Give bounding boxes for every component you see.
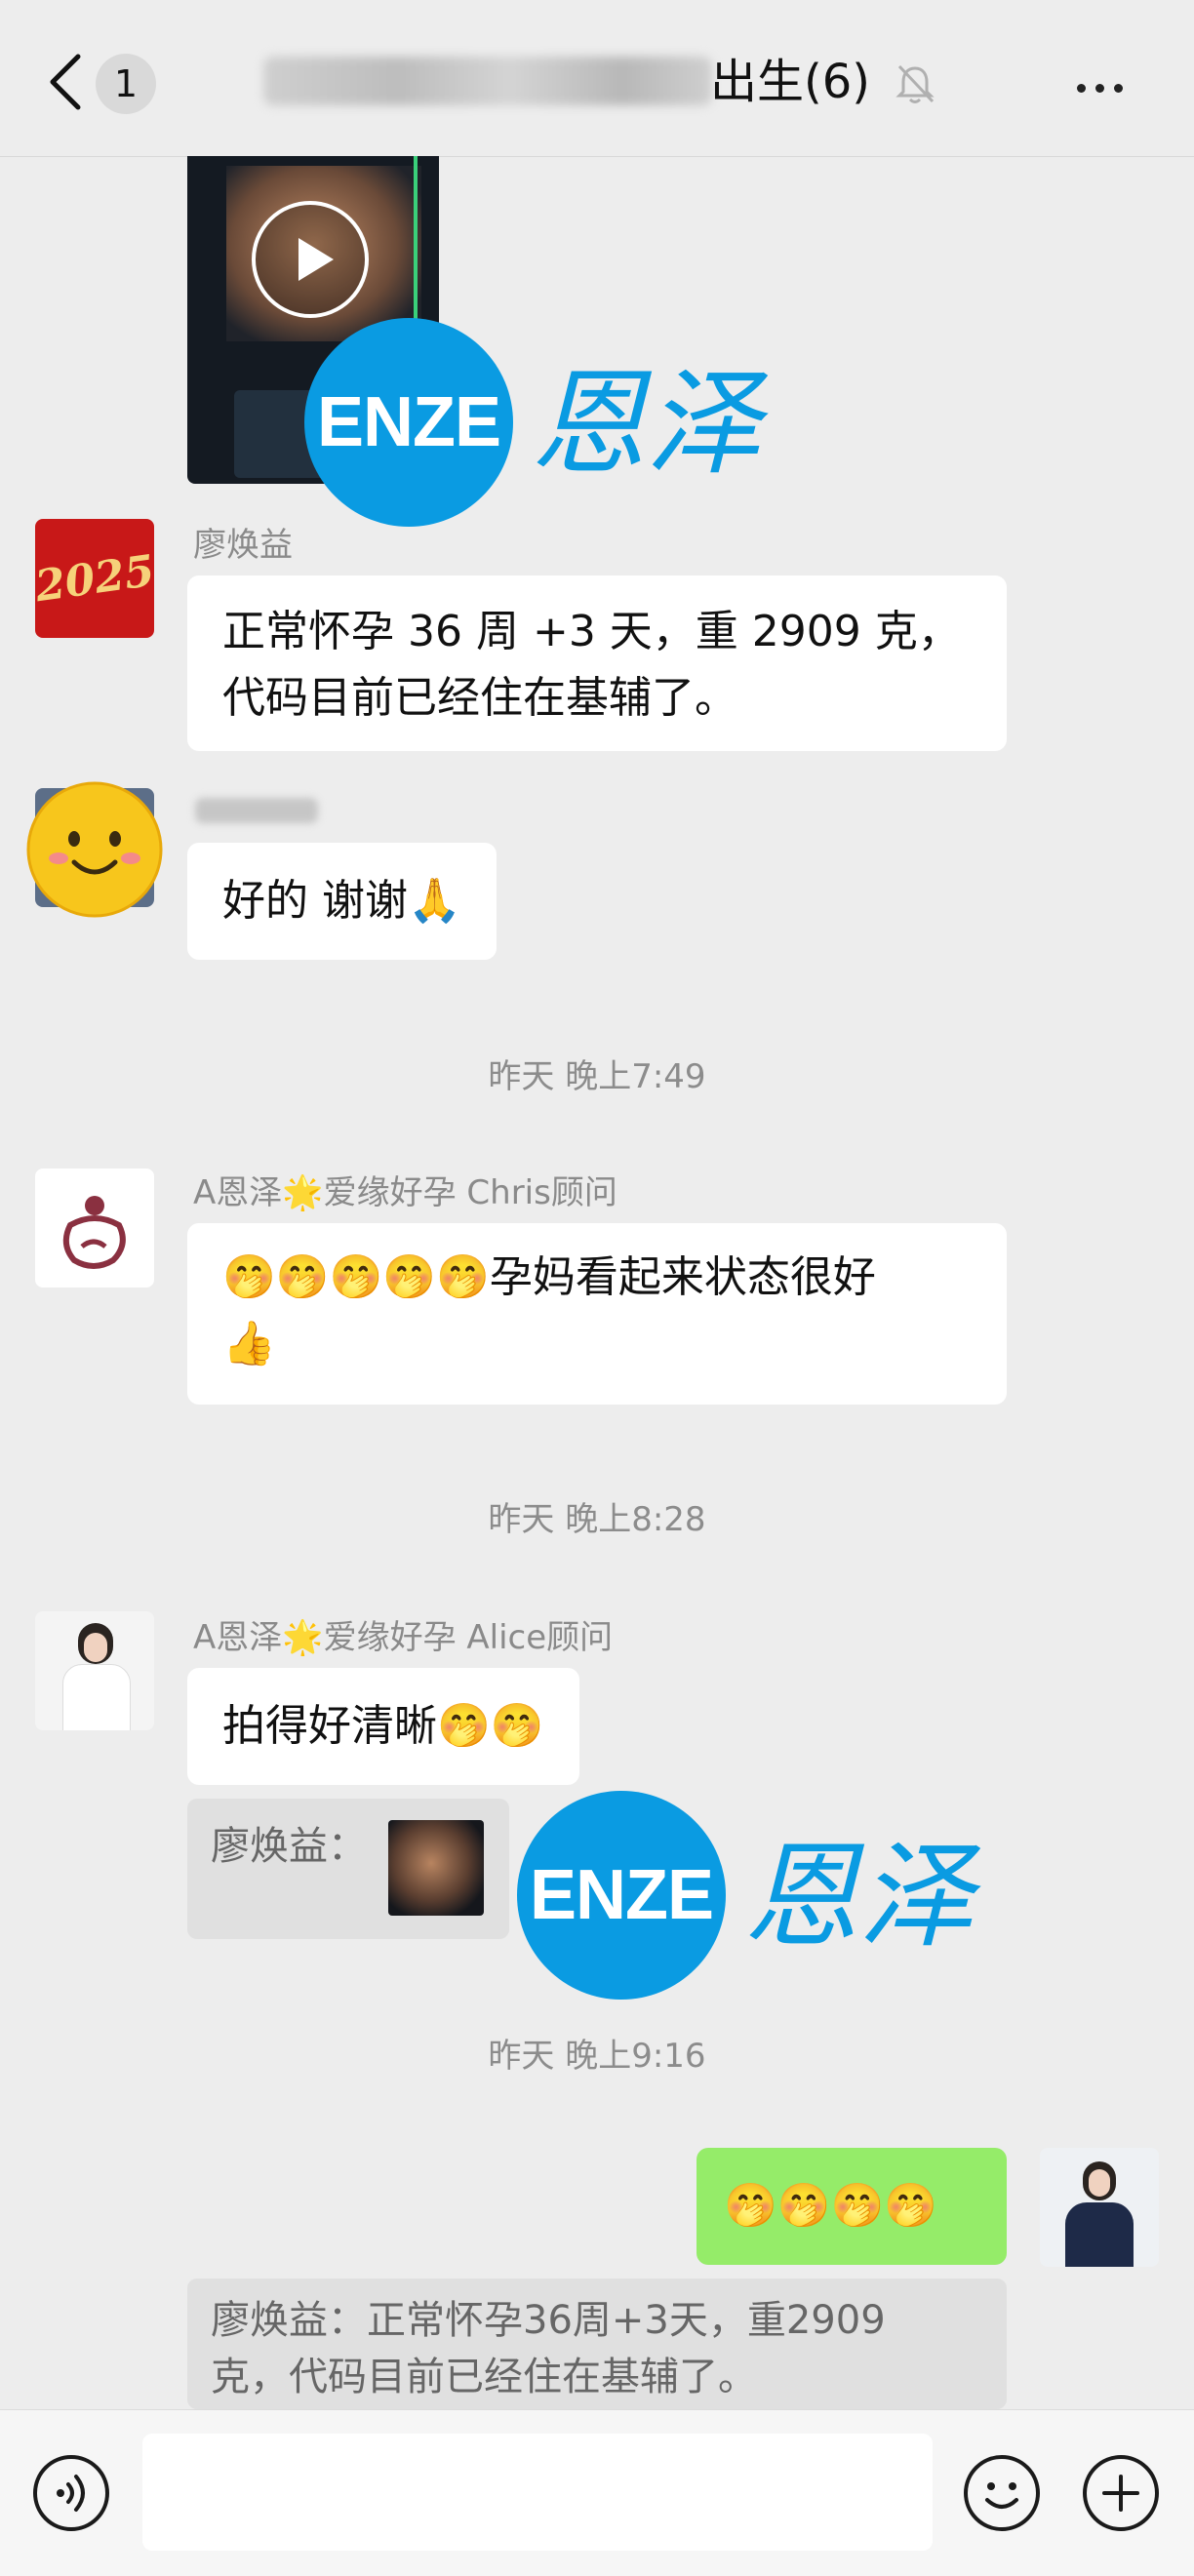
quoted-message[interactable]: 廖焕益： [187, 1799, 509, 1939]
enze-logo-chinese: 恩泽 [531, 356, 762, 491]
quoted-message[interactable]: 廖焕益：正常怀孕36周+3天，重2909 克，代码目前已经住在基辅了。 [187, 2279, 1007, 2409]
message-bubble[interactable]: 正常怀孕 36 周 +3 天，重 2909 克， 代码目前已经住在基辅了。 [187, 575, 1007, 751]
enze-logo-circle: ENZE [517, 1791, 726, 2000]
message-bubble[interactable]: 拍得好清晰🤭🤭 [187, 1668, 579, 1785]
avatar-2025-label: 2025 [35, 545, 154, 613]
quote-text-line: 克，代码目前已经住在基辅了。 [211, 2355, 757, 2399]
message-input[interactable] [142, 2434, 933, 2551]
emoji-icon[interactable] [964, 2455, 1040, 2531]
quote-label: 廖焕益： [211, 1824, 367, 1869]
timestamp: 昨天 晚上8:28 [488, 1500, 706, 1539]
smiley-sticker-icon [26, 781, 163, 918]
message-text: 🤭🤭🤭🤭 [724, 2181, 938, 2231]
message-text: 拍得好清晰🤭🤭 [222, 1701, 544, 1751]
sender-name: 廖焕益 [193, 526, 293, 565]
message-text: 好的 谢谢🙏 [222, 876, 461, 926]
message-text-line: 代码目前已经住在基辅了。 [222, 673, 737, 723]
enze-logo-circle: ENZE [304, 318, 513, 527]
group-title: 出生(6) [710, 55, 870, 109]
enze-logo-chinese: 恩泽 [743, 1829, 975, 1963]
quote-text-line: 廖焕益：正常怀孕36周+3天，重2909 [211, 2298, 886, 2343]
more-options-icon[interactable] [1077, 78, 1133, 97]
sender-name: A恩泽🌟爱缘好孕 Alice顾问 [193, 1618, 614, 1657]
timestamp: 昨天 晚上9:16 [488, 2037, 706, 2076]
chat-header: 1 出生(6) [0, 0, 1194, 157]
sender-name: A恩泽🌟爱缘好孕 Chris顾问 [193, 1173, 617, 1212]
avatar[interactable] [35, 1169, 154, 1288]
my-message-bubble[interactable]: 🤭🤭🤭🤭 [696, 2148, 1007, 2265]
enze-watermark: ENZE 恩泽 [517, 1791, 1005, 2000]
voice-input-icon[interactable] [33, 2455, 109, 2531]
blurred-sender-name [195, 798, 318, 823]
quoted-image-thumbnail [388, 1820, 484, 1916]
timestamp: 昨天 晚上7:49 [488, 1057, 706, 1096]
enze-watermark: ENZE 恩泽 [304, 318, 792, 527]
logo-icon [62, 1196, 126, 1269]
message-text-line: 正常怀孕 36 周 +3 天，重 2909 克， [222, 607, 961, 656]
avatar[interactable]: 2025 [35, 519, 154, 638]
play-icon[interactable] [250, 199, 371, 320]
message-bubble[interactable]: 🤭🤭🤭🤭🤭孕妈看起来状态很好 👍 [187, 1223, 1007, 1405]
message-text-line: 👍 [222, 1319, 276, 1368]
input-bar [0, 2409, 1194, 2576]
message-bubble[interactable]: 好的 谢谢🙏 [187, 843, 497, 960]
my-avatar[interactable] [1040, 2148, 1159, 2267]
mute-bell-icon [896, 64, 935, 103]
blurred-group-name [263, 57, 712, 105]
back-arrow-icon[interactable] [39, 49, 98, 115]
message-text-line: 🤭🤭🤭🤭🤭孕妈看起来状态很好 [222, 1252, 876, 1302]
unread-count-badge[interactable]: 1 [96, 54, 156, 114]
add-more-icon[interactable] [1083, 2455, 1159, 2531]
avatar[interactable] [35, 1611, 154, 1730]
